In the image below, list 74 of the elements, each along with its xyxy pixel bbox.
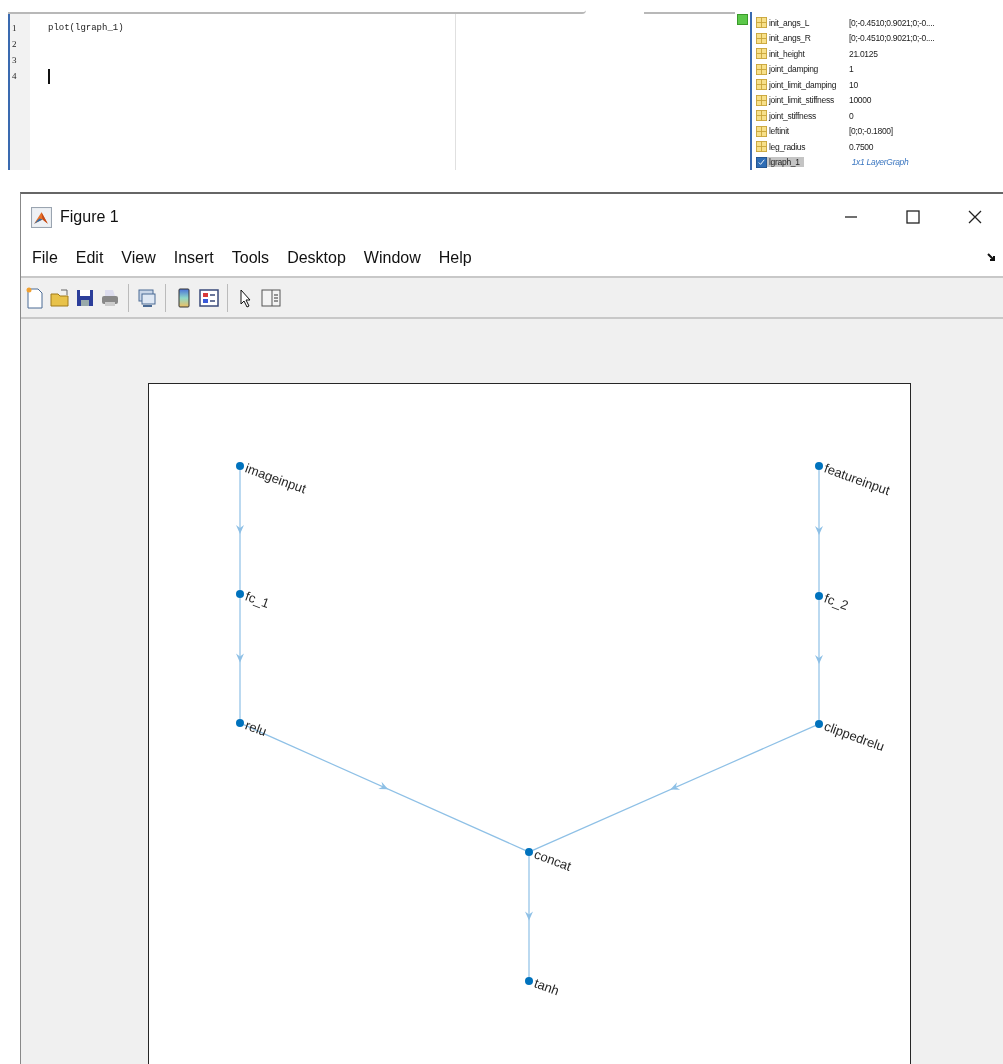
variable-row[interactable]: init_height 21.0125	[756, 46, 1003, 62]
graph-node	[236, 462, 244, 470]
grid-icon	[756, 63, 767, 75]
line-number: 2	[11, 38, 18, 51]
graph-node	[525, 977, 533, 985]
variable-value: [0;-0.4510;0.9021;0;-0....	[849, 17, 935, 28]
grid-icon	[756, 110, 767, 122]
app-icon	[31, 206, 52, 228]
dock-arrow-icon[interactable]	[987, 253, 997, 263]
variable-row[interactable]: init_angs_R [0;-0.4510;0.9021;0;-0....	[756, 30, 1003, 46]
variable-value: 10000	[849, 95, 872, 106]
variable-value: 21.0125	[849, 48, 878, 59]
variable-name: joint_limit_stiffness	[768, 95, 835, 106]
variable-name: leftinit	[768, 126, 790, 137]
menu-item[interactable]: Tools	[231, 249, 270, 267]
code-line: plot(lgraph_1)	[48, 22, 124, 35]
variable-name: init_angs_L	[768, 17, 811, 28]
menu-item[interactable]: Insert	[173, 249, 214, 267]
node-label: fc_1	[243, 588, 272, 612]
variable-name: init_angs_R	[768, 33, 812, 44]
grid-icon	[756, 17, 767, 29]
variable-row[interactable]: leg_radius 0.7500	[756, 139, 1003, 155]
variable-row[interactable]: leftinit [0;0;-0.1800]	[756, 123, 1003, 139]
code-editor[interactable]: 1 2 3 4 plot(lgraph_1)	[8, 0, 586, 170]
menu-item[interactable]: Desktop	[287, 249, 346, 267]
graph-node	[525, 848, 533, 856]
menu-item[interactable]: Window	[363, 249, 421, 267]
variable-row[interactable]: joint_damping 1	[756, 61, 1003, 77]
line-number: 1	[11, 22, 18, 35]
variable-name: joint_damping	[768, 64, 820, 75]
variable-row[interactable]: joint_limit_damping 10	[756, 77, 1003, 93]
variable-value: [0;0;-0.1800]	[849, 126, 893, 137]
menu-item[interactable]: Edit	[75, 249, 104, 267]
linked-windows-icon[interactable]	[136, 286, 158, 309]
variable-name: joint_limit_damping	[768, 79, 838, 90]
window-title: Figure 1	[60, 208, 119, 226]
maximize-icon[interactable]	[903, 207, 923, 227]
variable-value: [0;-0.4510;0.9021;0;-0....	[849, 33, 935, 44]
variable-name: joint_stiffness	[768, 110, 817, 121]
menu-item[interactable]: File	[32, 249, 58, 267]
grid-icon	[756, 94, 767, 106]
variable-name: leg_radius	[768, 141, 807, 152]
variable-value: 0	[849, 110, 854, 121]
graph-node	[815, 592, 823, 600]
variable-row[interactable]: lgraph_1 1x1 LayerGraph	[756, 154, 1003, 170]
grid-icon	[756, 32, 767, 44]
object-icon	[756, 156, 767, 168]
variable-value: 1x1 LayerGraph	[851, 157, 909, 168]
node-label: concat	[532, 846, 574, 874]
legend-icon[interactable]	[198, 286, 220, 309]
grid-icon	[756, 79, 767, 91]
variable-name: init_height	[768, 48, 806, 59]
grid-icon	[756, 125, 767, 137]
node-label: fc_2	[822, 590, 851, 614]
variable-value: 10	[849, 79, 858, 90]
node-label: tanh	[532, 975, 562, 999]
variable-value: 1	[849, 64, 854, 75]
variable-value: 0.7500	[849, 141, 874, 152]
graph-node	[815, 462, 823, 470]
graph-node	[236, 590, 244, 598]
variable-row[interactable]: init_angs_L [0;-0.4510;0.9021;0;-0....	[756, 15, 1003, 31]
variable-row[interactable]: joint_limit_stiffness 10000	[756, 92, 1003, 108]
node-label: relu	[243, 717, 269, 740]
grid-icon	[756, 141, 767, 153]
line-number: 3	[11, 54, 18, 67]
menu-item[interactable]: Help	[438, 249, 472, 267]
status-indicator-icon	[737, 14, 748, 25]
graph-node	[815, 720, 823, 728]
variable-name: lgraph_1	[767, 157, 804, 168]
menu-item[interactable]: View	[121, 249, 156, 267]
grid-icon	[756, 48, 767, 60]
variable-row[interactable]: joint_stiffness 0	[756, 108, 1003, 124]
line-number: 4	[11, 70, 18, 83]
graph-node	[236, 719, 244, 727]
